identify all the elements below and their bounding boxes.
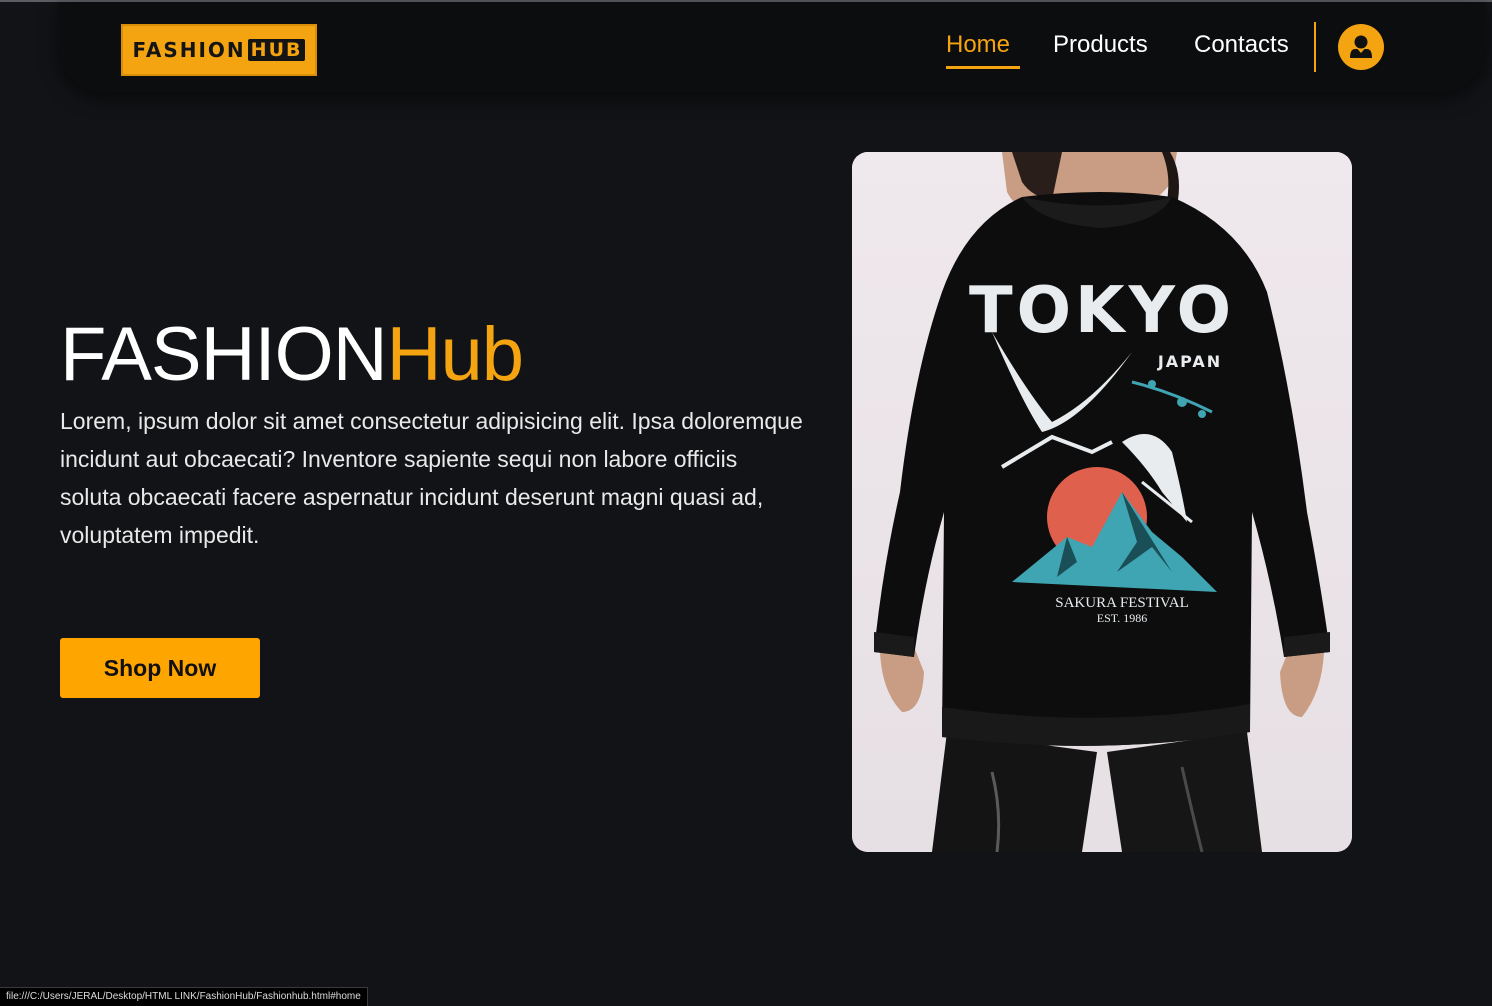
hero-title-main: FASHION [60,312,388,397]
print-caption: SAKURA FESTIVAL [1055,595,1189,611]
logo-text: FASHION [132,38,246,62]
user-account-button[interactable] [1338,24,1384,70]
status-bar-url: file:///C:/Users/JERAL/Desktop/HTML LINK… [0,987,368,1006]
nav-link-home[interactable]: Home [946,28,1010,62]
nav-link-products[interactable]: Products [1053,28,1148,62]
user-icon [1350,35,1372,58]
hero-title: FASHIONHub [60,312,524,398]
nav-link-contacts[interactable]: Contacts [1194,28,1289,62]
fashionhub-logo[interactable]: FASHION HUB [121,24,317,76]
hero-description: Lorem, ipsum dolor sit amet consectetur … [60,408,803,548]
navbar: FASHION HUB Home Products Contacts [58,2,1486,92]
print-est: EST. 1986 [1097,611,1147,625]
print-title: TOKYO [969,274,1235,348]
sweatshirt-model-illustration: TOKYO JAPAN SAKURA FESTIVAL EST. 1986 [852,152,1352,852]
nav-divider [1314,22,1316,72]
shop-now-button[interactable]: Shop Now [60,638,260,698]
logo-badge: HUB [247,39,306,61]
active-link-underline [946,66,1020,69]
hero-product-image: TOKYO JAPAN SAKURA FESTIVAL EST. 1986 [852,152,1352,852]
hero-title-accent: Hub [386,312,524,397]
print-subtitle: JAPAN [1157,352,1222,371]
